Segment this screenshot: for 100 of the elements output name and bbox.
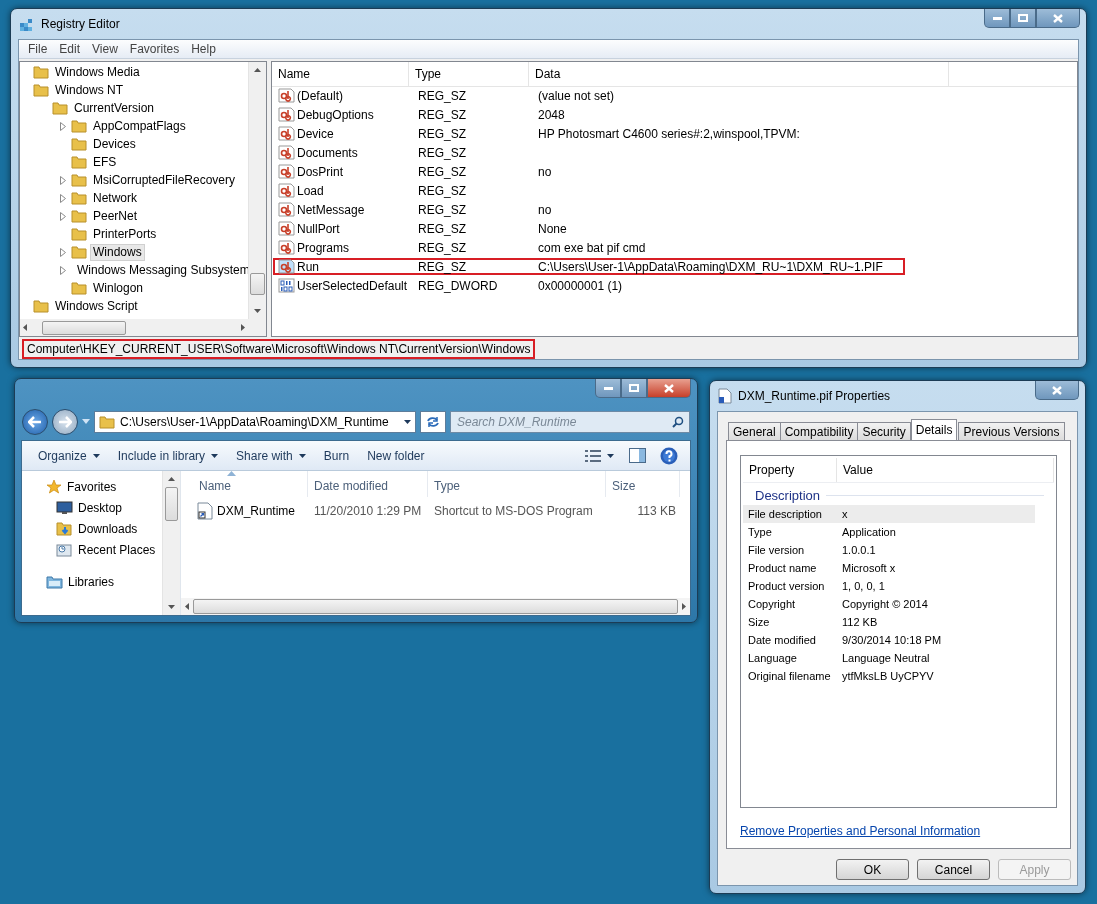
nav-item[interactable]: Downloads bbox=[78, 521, 138, 536]
nav-item[interactable]: Libraries bbox=[68, 574, 115, 589]
value-name[interactable]: DebugOptions bbox=[297, 107, 374, 122]
tree-item[interactable]: Devices bbox=[90, 135, 139, 153]
minimize-button[interactable] bbox=[595, 379, 621, 398]
value-name[interactable]: Run bbox=[297, 259, 319, 274]
column-header[interactable]: Name bbox=[272, 62, 409, 86]
close-button[interactable] bbox=[647, 379, 691, 398]
toolbar-button[interactable]: Organize bbox=[30, 445, 108, 466]
property-name[interactable]: Language bbox=[743, 652, 837, 664]
property-name[interactable]: Original filename bbox=[743, 670, 837, 682]
tree-item[interactable]: Network bbox=[90, 189, 140, 207]
expand-arrow-icon[interactable] bbox=[60, 265, 66, 275]
property-value[interactable]: Language Neutral bbox=[837, 652, 930, 664]
toolbar-button[interactable]: New folder bbox=[359, 445, 433, 466]
value-name[interactable]: (Default) bbox=[297, 88, 343, 103]
remove-properties-link[interactable]: Remove Properties and Personal Information bbox=[740, 824, 981, 838]
column-header[interactable]: Property bbox=[743, 458, 837, 482]
search-field[interactable]: Search DXM_Runtime bbox=[450, 410, 690, 433]
property-name[interactable]: File description bbox=[743, 508, 837, 520]
column-header[interactable]: Value bbox=[837, 458, 1054, 482]
preview-pane-icon[interactable] bbox=[629, 448, 646, 463]
tree-item[interactable]: MsiCorruptedFileRecovery bbox=[90, 171, 239, 189]
scroll-up-arrow-icon[interactable] bbox=[168, 477, 175, 481]
scroll-down-arrow-icon[interactable] bbox=[168, 605, 175, 609]
scrollbar-thumb[interactable] bbox=[193, 599, 678, 614]
value-name[interactable]: DosPrint bbox=[297, 164, 343, 179]
tree-item[interactable]: Windows Media bbox=[52, 63, 143, 81]
tree-item[interactable]: Winlogon bbox=[90, 279, 147, 297]
tree-item[interactable]: AppCompatFlags bbox=[90, 117, 189, 135]
minimize-button[interactable] bbox=[984, 9, 1010, 28]
help-icon[interactable] bbox=[660, 446, 678, 465]
menu-item[interactable]: View bbox=[87, 41, 123, 57]
scroll-left-arrow-icon[interactable] bbox=[185, 603, 189, 610]
refresh-button[interactable] bbox=[420, 410, 446, 433]
tree-item[interactable]: Windows Messaging Subsystem bbox=[74, 261, 248, 279]
expand-arrow-icon[interactable] bbox=[60, 247, 66, 257]
tab[interactable]: Security bbox=[857, 422, 911, 440]
tab[interactable]: Compatibility bbox=[779, 422, 859, 440]
tab[interactable]: Details bbox=[910, 419, 958, 440]
nav-item[interactable]: Desktop bbox=[78, 500, 123, 515]
scrollbar-thumb[interactable] bbox=[42, 320, 126, 335]
expand-arrow-icon[interactable] bbox=[60, 121, 66, 131]
expand-arrow-icon[interactable] bbox=[60, 175, 66, 185]
property-value[interactable]: ytfMksLB UyCPYV bbox=[837, 670, 934, 682]
column-header[interactable]: Date modified bbox=[308, 471, 428, 497]
tree-item[interactable]: EFS bbox=[90, 153, 120, 171]
tree-item[interactable]: Windows bbox=[90, 243, 145, 261]
scrollbar-thumb[interactable] bbox=[250, 273, 265, 295]
column-header[interactable]: Name bbox=[181, 471, 308, 497]
tree-item[interactable]: Windows Script bbox=[52, 297, 141, 315]
value-name[interactable]: Programs bbox=[297, 240, 349, 255]
value-name[interactable]: Load bbox=[297, 183, 324, 198]
toolbar-button[interactable]: Include in library bbox=[109, 445, 227, 466]
tree-item[interactable]: PrinterPorts bbox=[90, 225, 160, 243]
value-name[interactable]: NetMessage bbox=[297, 202, 365, 217]
menu-item[interactable]: Help bbox=[186, 41, 221, 57]
value-name[interactable]: Device bbox=[297, 126, 334, 141]
tree-item[interactable]: CurrentVersion bbox=[71, 99, 158, 117]
menu-item[interactable]: Favorites bbox=[124, 41, 185, 57]
tab[interactable]: Previous Versions bbox=[958, 422, 1065, 440]
value-name[interactable]: Documents bbox=[297, 145, 358, 160]
property-name[interactable]: Copyright bbox=[743, 598, 837, 610]
property-name[interactable]: Product name bbox=[743, 562, 837, 574]
property-name[interactable]: Type bbox=[743, 526, 837, 538]
maximize-button[interactable] bbox=[621, 379, 647, 398]
property-value[interactable]: Application bbox=[837, 526, 896, 538]
back-button[interactable] bbox=[22, 408, 48, 435]
column-header[interactable]: Type bbox=[428, 471, 606, 497]
property-value[interactable]: 1.0.0.1 bbox=[837, 544, 876, 556]
column-header[interactable]: Data bbox=[529, 62, 949, 86]
menu-item[interactable]: Edit bbox=[54, 41, 86, 57]
scroll-down-arrow-icon[interactable] bbox=[254, 309, 261, 313]
scrollbar-thumb[interactable] bbox=[165, 487, 178, 521]
scroll-up-arrow-icon[interactable] bbox=[254, 68, 261, 72]
expand-arrow-icon[interactable] bbox=[60, 193, 66, 203]
property-value[interactable]: 112 KB bbox=[837, 616, 878, 628]
property-value[interactable]: Copyright © 2014 bbox=[837, 598, 928, 610]
close-button[interactable] bbox=[1035, 381, 1079, 400]
tab[interactable]: General bbox=[728, 422, 781, 440]
forward-button[interactable] bbox=[52, 408, 78, 435]
address-bar[interactable]: C:\Users\User-1\AppData\Roaming\DXM_Runtime bbox=[94, 410, 416, 433]
tree-item[interactable]: PeerNet bbox=[90, 207, 141, 225]
expand-arrow-icon[interactable] bbox=[60, 211, 66, 221]
property-name[interactable]: Size bbox=[743, 616, 837, 628]
tree-item[interactable]: Windows NT bbox=[52, 81, 126, 99]
property-value[interactable]: 9/30/2014 10:18 PM bbox=[837, 634, 942, 646]
file-name[interactable]: DXM_Runtime bbox=[217, 504, 296, 518]
property-name[interactable]: Date modified bbox=[743, 634, 837, 646]
scroll-left-arrow-icon[interactable] bbox=[23, 324, 27, 331]
scroll-right-arrow-icon[interactable] bbox=[682, 603, 686, 610]
property-value[interactable]: Microsoft x bbox=[837, 562, 896, 574]
value-name[interactable]: UserSelectedDefault bbox=[297, 278, 408, 293]
value-name[interactable]: NullPort bbox=[297, 221, 340, 236]
dialog-button[interactable]: OK bbox=[836, 859, 909, 880]
property-value[interactable]: 1, 0, 0, 1 bbox=[837, 580, 885, 592]
column-header[interactable]: Size bbox=[606, 471, 680, 497]
nav-item[interactable]: Favorites bbox=[67, 479, 117, 494]
property-value[interactable]: x bbox=[837, 508, 848, 520]
property-name[interactable]: Product version bbox=[743, 580, 837, 592]
